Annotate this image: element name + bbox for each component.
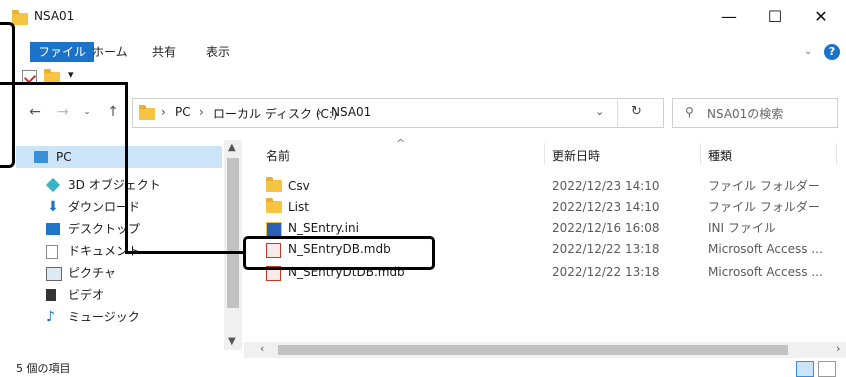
column-header-type[interactable]: 種類 bbox=[708, 147, 732, 164]
window-title: NSA01 bbox=[34, 9, 75, 23]
breadcrumb-pc[interactable]: PC bbox=[175, 105, 191, 119]
large-icons-view-icon[interactable] bbox=[818, 361, 836, 377]
sidebar-item-label: ピクチャ bbox=[68, 266, 116, 280]
scroll-right-icon[interactable]: › bbox=[836, 342, 840, 355]
details-view-icon[interactable] bbox=[796, 361, 814, 377]
minimize-button[interactable]: — bbox=[706, 0, 752, 34]
search-placeholder[interactable]: NSA01の検索 bbox=[707, 105, 783, 122]
file-name: List bbox=[288, 200, 309, 214]
tab-view[interactable]: 表示 bbox=[206, 42, 230, 62]
column-header-date[interactable]: 更新日時 bbox=[552, 147, 600, 164]
document-icon bbox=[46, 245, 58, 259]
3d-objects-icon bbox=[45, 177, 61, 193]
sort-ascending-icon: ^ bbox=[396, 137, 406, 150]
breadcrumb-separator-icon: › bbox=[199, 105, 204, 119]
search-icon: ⚲ bbox=[685, 105, 694, 119]
file-type: Microsoft Access ... bbox=[708, 242, 823, 256]
ini-file-icon bbox=[266, 222, 282, 237]
help-icon[interactable]: ? bbox=[824, 44, 840, 60]
sidebar-item-label: ミュージック bbox=[68, 310, 140, 324]
music-icon: ♪ bbox=[46, 309, 55, 325]
breadcrumb-separator-icon: › bbox=[161, 105, 166, 119]
file-type: ファイル フォルダー bbox=[708, 179, 820, 193]
scroll-up-icon[interactable]: ▲ bbox=[228, 142, 236, 153]
sidebar-scrollbar[interactable]: ▲ ▼ bbox=[224, 140, 242, 350]
file-row[interactable]: Csv 2022/12/23 14:10 ファイル フォルダー bbox=[262, 177, 846, 196]
annotation-line bbox=[125, 82, 128, 254]
video-icon bbox=[46, 289, 56, 301]
address-bar[interactable]: › PC › ローカル ディスク (C:) › NSA01 ⌄ ↻ bbox=[132, 98, 664, 128]
pictures-icon bbox=[46, 267, 62, 281]
quick-access-dropdown-icon[interactable]: ▾ bbox=[68, 68, 74, 81]
tab-home[interactable]: ホーム bbox=[92, 42, 128, 62]
file-date: 2022/12/22 13:18 bbox=[552, 265, 660, 279]
horizontal-scroll-thumb[interactable] bbox=[278, 345, 788, 355]
folder-icon bbox=[139, 105, 155, 120]
address-dropdown-icon[interactable]: ⌄ bbox=[595, 105, 604, 118]
maximize-button[interactable]: ☐ bbox=[752, 0, 798, 34]
file-date: 2022/12/23 14:10 bbox=[552, 200, 660, 214]
annotation-highlight-box bbox=[243, 236, 435, 270]
annotation-line bbox=[0, 82, 128, 85]
desktop-icon bbox=[46, 223, 60, 235]
file-date: 2022/12/16 16:08 bbox=[552, 221, 660, 235]
folder-icon bbox=[266, 198, 282, 213]
sidebar-item-label: デスクトップ bbox=[68, 222, 141, 236]
annotation-line bbox=[125, 251, 245, 254]
back-arrow-icon[interactable]: ← bbox=[26, 104, 44, 120]
sidebar-item-label: PC bbox=[56, 150, 72, 164]
column-divider[interactable] bbox=[544, 143, 545, 165]
download-icon: ⬇ bbox=[47, 199, 59, 215]
file-type: ファイル フォルダー bbox=[708, 200, 820, 214]
file-row[interactable]: List 2022/12/23 14:10 ファイル フォルダー bbox=[262, 198, 846, 217]
up-arrow-icon[interactable]: ↑ bbox=[104, 104, 122, 120]
ribbon-expand-icon[interactable]: ⌄ bbox=[804, 42, 818, 62]
sidebar-item-label: ダウンロード bbox=[68, 200, 141, 214]
forward-arrow-icon[interactable]: → bbox=[54, 104, 72, 120]
file-name: Csv bbox=[288, 179, 310, 193]
divider bbox=[617, 99, 618, 127]
horizontal-scrollbar[interactable]: ‹ › bbox=[244, 342, 846, 358]
breadcrumb-separator-icon: › bbox=[317, 105, 322, 119]
search-box[interactable]: ⚲ NSA01の検索 bbox=[672, 98, 838, 128]
scroll-left-icon[interactable]: ‹ bbox=[260, 342, 264, 355]
annotation-callout-box bbox=[0, 22, 15, 168]
sidebar-item-label: 3D オブジェクト bbox=[68, 178, 161, 192]
file-date: 2022/12/22 13:18 bbox=[552, 242, 660, 256]
file-date: 2022/12/23 14:10 bbox=[552, 179, 660, 193]
refresh-icon[interactable]: ↻ bbox=[631, 104, 642, 119]
close-button[interactable]: ✕ bbox=[798, 0, 844, 34]
sidebar-scroll-thumb[interactable] bbox=[227, 158, 239, 308]
column-divider[interactable] bbox=[700, 143, 701, 165]
column-divider[interactable] bbox=[836, 143, 837, 165]
tab-share[interactable]: 共有 bbox=[152, 42, 176, 62]
sidebar-item-label: ビデオ bbox=[68, 288, 105, 302]
file-list-header: 名前 ^ 更新日時 種類 bbox=[266, 137, 846, 165]
tab-file[interactable]: ファイル bbox=[30, 42, 95, 62]
folder-icon bbox=[12, 10, 28, 25]
file-type: INI ファイル bbox=[708, 221, 776, 235]
file-type: Microsoft Access ... bbox=[708, 265, 823, 279]
folder-icon bbox=[266, 177, 282, 192]
pc-icon bbox=[34, 151, 48, 163]
status-item-count: 5 個の項目 bbox=[16, 362, 71, 375]
breadcrumb-nsa01[interactable]: NSA01 bbox=[331, 105, 371, 119]
title-bar: NSA01 — ☐ ✕ bbox=[0, 0, 846, 34]
recent-locations-icon[interactable]: ⌄ bbox=[78, 104, 96, 120]
scroll-down-icon[interactable]: ▼ bbox=[228, 336, 236, 347]
column-header-name[interactable]: 名前 bbox=[266, 147, 290, 164]
